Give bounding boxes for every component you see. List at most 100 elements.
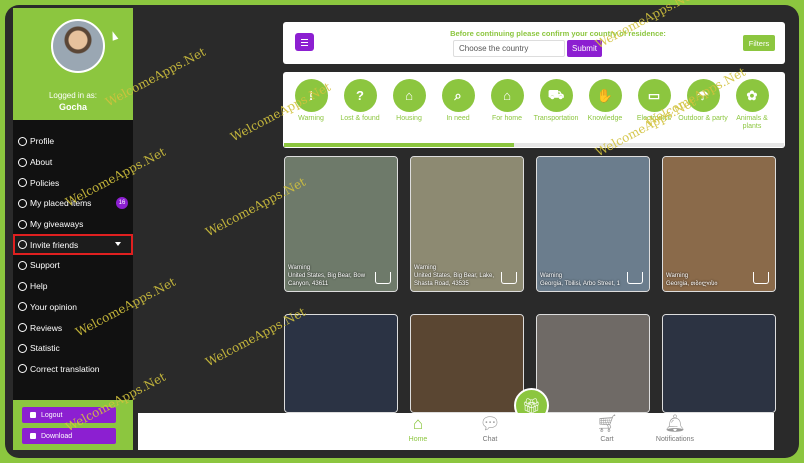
sidebar-item-your-opinion[interactable]: Your opinion xyxy=(13,297,133,318)
download-label: Download xyxy=(41,432,73,440)
handshake-icon: ✋ xyxy=(588,79,622,112)
translation-icon xyxy=(18,364,27,374)
country-select[interactable]: Choose the country xyxy=(453,40,565,57)
category-lost-found[interactable]: ? Lost & found xyxy=(335,79,385,123)
sidebar-item-help[interactable]: Help xyxy=(13,276,133,297)
sidebar-item-support[interactable]: Support xyxy=(13,255,133,276)
nav-chat[interactable]: 💬︎ Chat xyxy=(465,414,515,443)
sidebar-item-my-giveaways[interactable]: My giveaways xyxy=(13,214,133,235)
item-card[interactable]: Warning Georgia, Tbilisi, Arbo Street, 1 xyxy=(536,156,650,292)
residence-message: Before continuing please confirm your co… xyxy=(450,29,666,38)
nav-home[interactable]: ⌂ Home xyxy=(393,414,443,443)
category-label: Transportation xyxy=(533,115,579,122)
car-icon: ⛟ xyxy=(539,79,573,112)
item-card[interactable] xyxy=(536,314,650,413)
sidebar-item-label: Your opinion xyxy=(30,301,77,312)
support-icon xyxy=(18,260,27,270)
sidebar-actions: Logout Download xyxy=(13,400,133,450)
item-card[interactable]: Warning United States, Big Bear, Lake, Sh… xyxy=(410,156,524,292)
sidebar-item-statistic[interactable]: Statistic xyxy=(13,338,133,359)
category-animals-plants[interactable]: ✿ Animals & plants xyxy=(727,79,777,131)
cart-icon[interactable] xyxy=(375,272,391,284)
menu-toggle-button[interactable] xyxy=(295,33,314,51)
logged-in-label: Logged in as: xyxy=(48,91,98,100)
category-label: Electronics xyxy=(636,115,672,122)
cart-icon[interactable] xyxy=(501,272,517,284)
nav-cart[interactable]: 🛒︎ Cart xyxy=(582,414,632,443)
item-card[interactable]: Warning Georgia, თბილისი xyxy=(662,156,776,292)
nav-label: Notifications xyxy=(655,436,695,443)
nav-label: Cart xyxy=(600,436,614,443)
policy-icon xyxy=(18,178,27,188)
home-icon: ⌂ xyxy=(490,79,524,112)
menu-line-icon xyxy=(301,42,308,44)
sidebar: Logged in as: Gocha Profile About Policies… xyxy=(13,8,133,450)
housing-icon: ⌂ xyxy=(392,79,426,112)
item-photo xyxy=(285,315,397,412)
sidebar-item-my-placed-items[interactable]: My placed items 16 xyxy=(13,193,133,214)
gift-icon: 🎁︎ xyxy=(521,397,542,415)
home-icon: ⌂ xyxy=(412,414,424,433)
category-for-home[interactable]: ⌂ For home xyxy=(482,79,532,123)
sidebar-item-invite-friends[interactable]: Invite friends xyxy=(13,234,133,256)
sidebar-item-label: Help xyxy=(30,281,48,292)
sidebar-item-label: Invite friends xyxy=(30,239,79,250)
sidebar-item-label: Policies xyxy=(30,177,60,188)
sidebar-item-policies[interactable]: Policies xyxy=(13,172,133,193)
category-label: Knowledge xyxy=(587,115,623,122)
category-transportation[interactable]: ⛟ Transportation xyxy=(531,79,581,123)
items-icon xyxy=(18,198,27,208)
menu-line-icon xyxy=(301,39,308,41)
sidebar-item-reviews[interactable]: Reviews xyxy=(13,317,133,338)
category-scrollbar[interactable] xyxy=(284,143,784,147)
item-category: Warning xyxy=(540,273,563,279)
item-info: Warning United States, Big Bear, Bow Cany… xyxy=(288,264,373,288)
warning-icon: ! xyxy=(294,79,328,112)
sidebar-item-label: Support xyxy=(30,260,60,271)
category-label: Outdoor & party xyxy=(678,115,728,122)
monitor-icon: ▭ xyxy=(637,79,671,112)
sidebar-item-label: Correct translation xyxy=(30,363,100,374)
category-outdoor-party[interactable]: ☂ Outdoor & party xyxy=(678,79,728,123)
cart-icon: 🛒︎ xyxy=(596,414,618,433)
submit-button[interactable]: Submit xyxy=(567,40,602,57)
item-card[interactable] xyxy=(284,314,398,413)
sidebar-item-profile[interactable]: Profile xyxy=(13,131,133,152)
category-label: Warning xyxy=(298,115,324,122)
magnifier-icon: ⌕ xyxy=(441,79,475,112)
category-panel: ! Warning ? Lost & found ⌂ Housing ⌕ In need ⌂ Fo… xyxy=(283,72,785,148)
item-photo xyxy=(537,315,649,412)
chevron-down-icon xyxy=(115,242,121,247)
cart-icon[interactable] xyxy=(627,272,643,284)
category-in-need[interactable]: ⌕ In need xyxy=(433,79,483,123)
sidebar-item-label: Reviews xyxy=(30,322,63,333)
item-card[interactable] xyxy=(662,314,776,413)
category-scroll-thumb[interactable] xyxy=(284,143,514,147)
filters-button[interactable]: Filters xyxy=(743,35,775,51)
residence-panel: Before continuing please confirm your co… xyxy=(283,22,785,64)
sidebar-item-label: My placed items xyxy=(30,198,92,209)
sidebar-item-correct-translation[interactable]: Correct translation xyxy=(13,359,133,380)
category-label: Lost & found xyxy=(340,115,380,122)
item-card[interactable] xyxy=(410,314,524,413)
giveaway-icon xyxy=(18,219,27,229)
download-button[interactable]: Download xyxy=(22,428,116,444)
category-electronics[interactable]: ▭ Electronics xyxy=(629,79,679,123)
logout-label: Logout xyxy=(41,411,63,419)
cart-icon[interactable] xyxy=(753,272,769,284)
category-label: In need xyxy=(446,115,470,122)
sidebar-item-about[interactable]: About xyxy=(13,152,133,173)
nav-notifications[interactable]: 🔔︎ Notifications xyxy=(650,414,700,443)
menu-line-icon xyxy=(301,45,308,47)
umbrella-icon: ☂ xyxy=(686,79,720,112)
nav-label: Chat xyxy=(482,436,498,443)
category-knowledge[interactable]: ✋ Knowledge xyxy=(580,79,630,123)
item-photo xyxy=(411,315,523,412)
item-photo xyxy=(663,157,775,291)
item-card[interactable]: Warning United States, Big Bear, Bow Cany… xyxy=(284,156,398,292)
category-housing[interactable]: ⌂ Housing xyxy=(384,79,434,123)
logout-button[interactable]: Logout xyxy=(22,407,116,423)
item-category: Warning xyxy=(414,265,437,271)
avatar[interactable] xyxy=(51,19,105,73)
category-warning[interactable]: ! Warning xyxy=(286,79,336,123)
